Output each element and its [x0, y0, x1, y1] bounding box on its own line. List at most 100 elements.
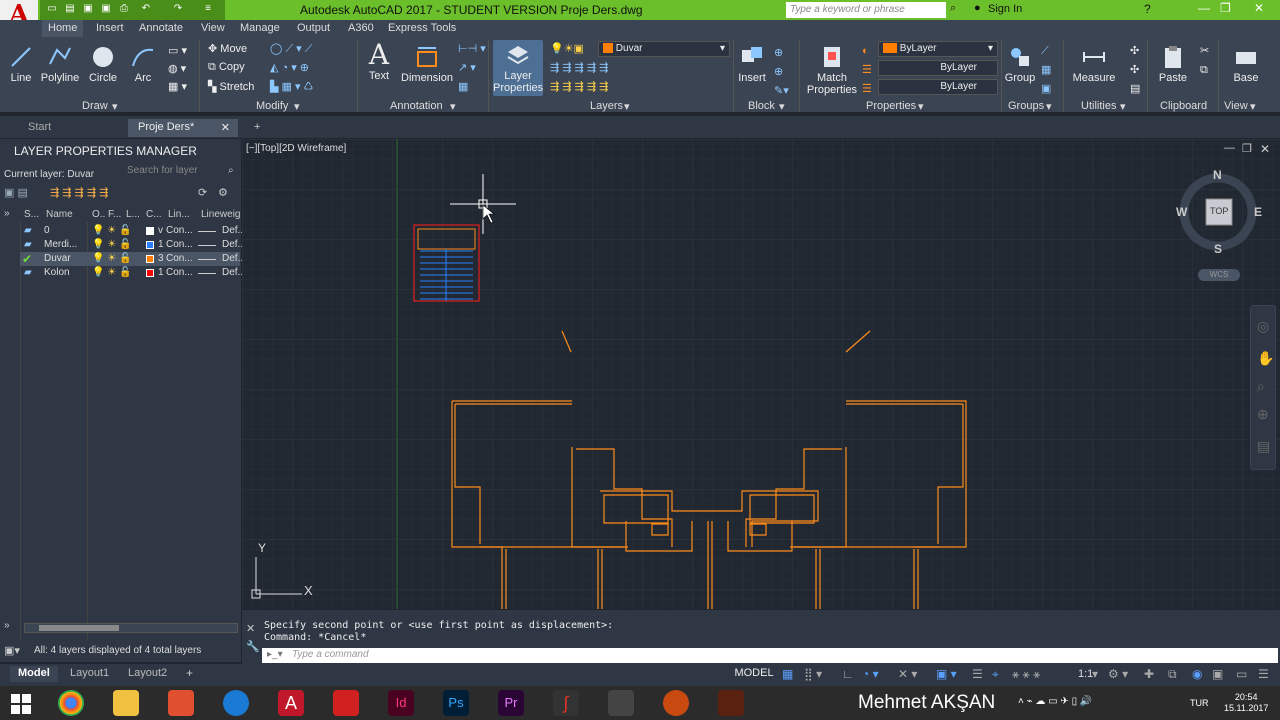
viewport-close-icon[interactable]: ✕	[1260, 142, 1270, 156]
language-indicator[interactable]: TUR	[1190, 698, 1209, 708]
rotate-icon[interactable]: ◯ ⟋ ▾ ⟋	[270, 42, 312, 56]
workspace-gear-icon[interactable]: ⚙ ▾	[1108, 667, 1128, 681]
table-icon[interactable]: ▦	[458, 80, 468, 93]
new-tab-icon[interactable]: +	[244, 119, 270, 137]
chevron-down-icon[interactable]: ▾	[779, 100, 785, 113]
redo-icon[interactable]: ↷	[172, 3, 184, 15]
col-name[interactable]: Name	[46, 209, 73, 220]
orbit-icon[interactable]: ⊕	[1257, 406, 1269, 423]
linear-dim-icon[interactable]: ⊢⊣ ▾	[458, 42, 486, 55]
clipboard-panel-label[interactable]: Clipboard	[1160, 100, 1207, 112]
add-layout-icon[interactable]: +	[186, 666, 193, 680]
layer-color-swatch[interactable]	[146, 227, 154, 235]
ortho-icon[interactable]: ∟	[842, 667, 854, 681]
clean-screen-icon[interactable]: ▣	[1212, 667, 1223, 681]
polyline-button[interactable]: Polyline	[38, 44, 82, 84]
print-icon[interactable]: ⎙	[118, 3, 130, 15]
compass-east[interactable]: E	[1254, 205, 1262, 219]
layer-state-icons[interactable]: 💡☀▣	[550, 42, 584, 55]
hatch-icon[interactable]: ◍ ▾	[168, 62, 186, 75]
annotation-scale[interactable]: 1:1	[1078, 668, 1093, 680]
group-button[interactable]: Group	[1003, 44, 1037, 84]
chevron-down-icon[interactable]: ▾	[1120, 100, 1126, 113]
layers-panel-label[interactable]: Layers	[590, 100, 623, 112]
viewcube-top-face[interactable]: TOP	[1210, 206, 1228, 216]
tab-express-tools[interactable]: Express Tools	[388, 22, 456, 34]
tab-annotate[interactable]: Annotate	[139, 22, 183, 34]
zoom-extents-icon[interactable]: ⌕	[1257, 378, 1265, 395]
lineweight-combo[interactable]: ByLayer	[878, 79, 998, 95]
hardware-accel-icon[interactable]: ◉	[1192, 667, 1202, 681]
save-icon[interactable]: ▣	[82, 3, 94, 15]
teamviewer-icon[interactable]	[223, 690, 249, 716]
linetype-combo[interactable]: ByLayer	[878, 60, 998, 76]
restore-icon[interactable]: ❐	[1220, 1, 1231, 15]
refresh-icon[interactable]: ⟳	[198, 186, 207, 199]
cut-copy-icon[interactable]: ✂ ⧉	[1200, 42, 1209, 80]
arc-button[interactable]: Arc	[128, 44, 158, 84]
sign-in-link[interactable]: Sign In	[988, 3, 1022, 15]
selection-cycling-icon[interactable]: ⌖	[992, 667, 999, 682]
lineweight-display-icon[interactable]: ☰	[972, 667, 983, 681]
chevron-down-icon[interactable]: ▾	[112, 100, 118, 113]
move-button[interactable]: ✥ Move	[208, 42, 247, 55]
chrome-icon[interactable]	[58, 690, 84, 716]
paste-button[interactable]: Paste	[1154, 44, 1192, 84]
col-status[interactable]: S...	[24, 209, 39, 220]
stretch-button[interactable]: ▚ Stretch	[208, 80, 254, 93]
layer-state-icons[interactable]: 💡 ☀ 🔓	[92, 253, 131, 264]
properties-panel-label[interactable]: Properties	[866, 100, 916, 112]
clock[interactable]: 20:54 15.11.2017	[1224, 692, 1268, 714]
tab-manage[interactable]: Manage	[240, 22, 280, 34]
draw-more-icon[interactable]: ▦ ▾	[168, 80, 187, 93]
app-icon[interactable]	[168, 690, 194, 716]
draw-panel-label[interactable]: Draw	[82, 100, 108, 112]
col-color[interactable]: C...	[146, 209, 162, 220]
layer-row[interactable]: ✔ Duvar 💡 ☀ 🔓 3 Con... Def...	[20, 252, 246, 266]
command-input[interactable]: Type a command	[262, 648, 1278, 663]
isodraft-icon[interactable]: ✕ ▾	[898, 667, 917, 681]
base-button[interactable]: Base	[1228, 44, 1264, 84]
col-on[interactable]: O..	[92, 209, 105, 220]
photoshop-icon[interactable]: Ps	[443, 690, 469, 716]
annotation-visibility-icon[interactable]: ⚹ ⚹ ⚹	[1012, 667, 1040, 682]
tab-layout2[interactable]: Layout2	[120, 666, 175, 682]
layer-tools-row1-icon[interactable]: ⇶ ⇶ ⇶ ⇶ ⇶	[550, 61, 608, 74]
view-panel-label[interactable]: View	[1224, 100, 1248, 112]
tab-model[interactable]: Model	[10, 666, 58, 682]
layer-tools-row2-icon[interactable]: ⇶ ⇶ ⇶ ⇶ ⇶	[550, 80, 608, 93]
fullscreen-icon[interactable]: ▭	[1236, 667, 1247, 681]
drawing-canvas[interactable]	[242, 139, 1280, 609]
customize-icon[interactable]: 🔧	[246, 640, 260, 653]
tray-icons[interactable]: ˄ ⌁ ☁ ▭ ✈ ▯ 🔊	[1018, 696, 1092, 707]
dimension-button[interactable]: Dimension	[398, 44, 456, 84]
app-icon[interactable]	[608, 690, 634, 716]
close-icon[interactable]: ✕	[221, 121, 230, 134]
utilities-panel-label[interactable]: Utilities	[1081, 100, 1116, 112]
leader-icon[interactable]: ↗ ▾	[458, 61, 476, 74]
layer-color-swatch[interactable]	[146, 269, 154, 277]
saveas-icon[interactable]: ▣	[100, 3, 112, 15]
app-icon[interactable]: ∫	[553, 690, 579, 716]
chevron-down-icon[interactable]: ▾	[624, 100, 630, 113]
new-property-filter-icon[interactable]: ▣ ▤	[4, 186, 28, 199]
block-tools-icon[interactable]: ⊕ ⊕ ✎▾	[774, 44, 789, 101]
viewport-maximize-icon[interactable]: ❐	[1242, 142, 1252, 155]
measure-button[interactable]: Measure	[1070, 44, 1118, 84]
expand-filters-icon[interactable]: »	[4, 620, 10, 631]
block-panel-label[interactable]: Block	[748, 100, 775, 112]
tab-output[interactable]: Output	[297, 22, 330, 34]
sketchup-icon[interactable]	[333, 690, 359, 716]
tab-insert[interactable]: Insert	[96, 22, 124, 34]
tab-home[interactable]: Home	[42, 20, 84, 37]
layer-state-icons[interactable]: 💡 ☀ 🔓	[92, 239, 131, 250]
file-explorer-icon[interactable]	[113, 690, 139, 716]
annotation-panel-label[interactable]: Annotation	[390, 100, 443, 112]
line-button[interactable]: Line	[6, 44, 36, 84]
col-linetype[interactable]: Lin...	[168, 209, 190, 220]
layer-color-swatch[interactable]	[146, 241, 154, 249]
pan-icon[interactable]: ✋	[1257, 350, 1274, 367]
compass-west[interactable]: W	[1176, 205, 1187, 219]
scale-icon[interactable]: ▙ ▦ ▾ ♺	[270, 80, 313, 93]
model-space-button[interactable]: MODEL	[734, 667, 774, 683]
